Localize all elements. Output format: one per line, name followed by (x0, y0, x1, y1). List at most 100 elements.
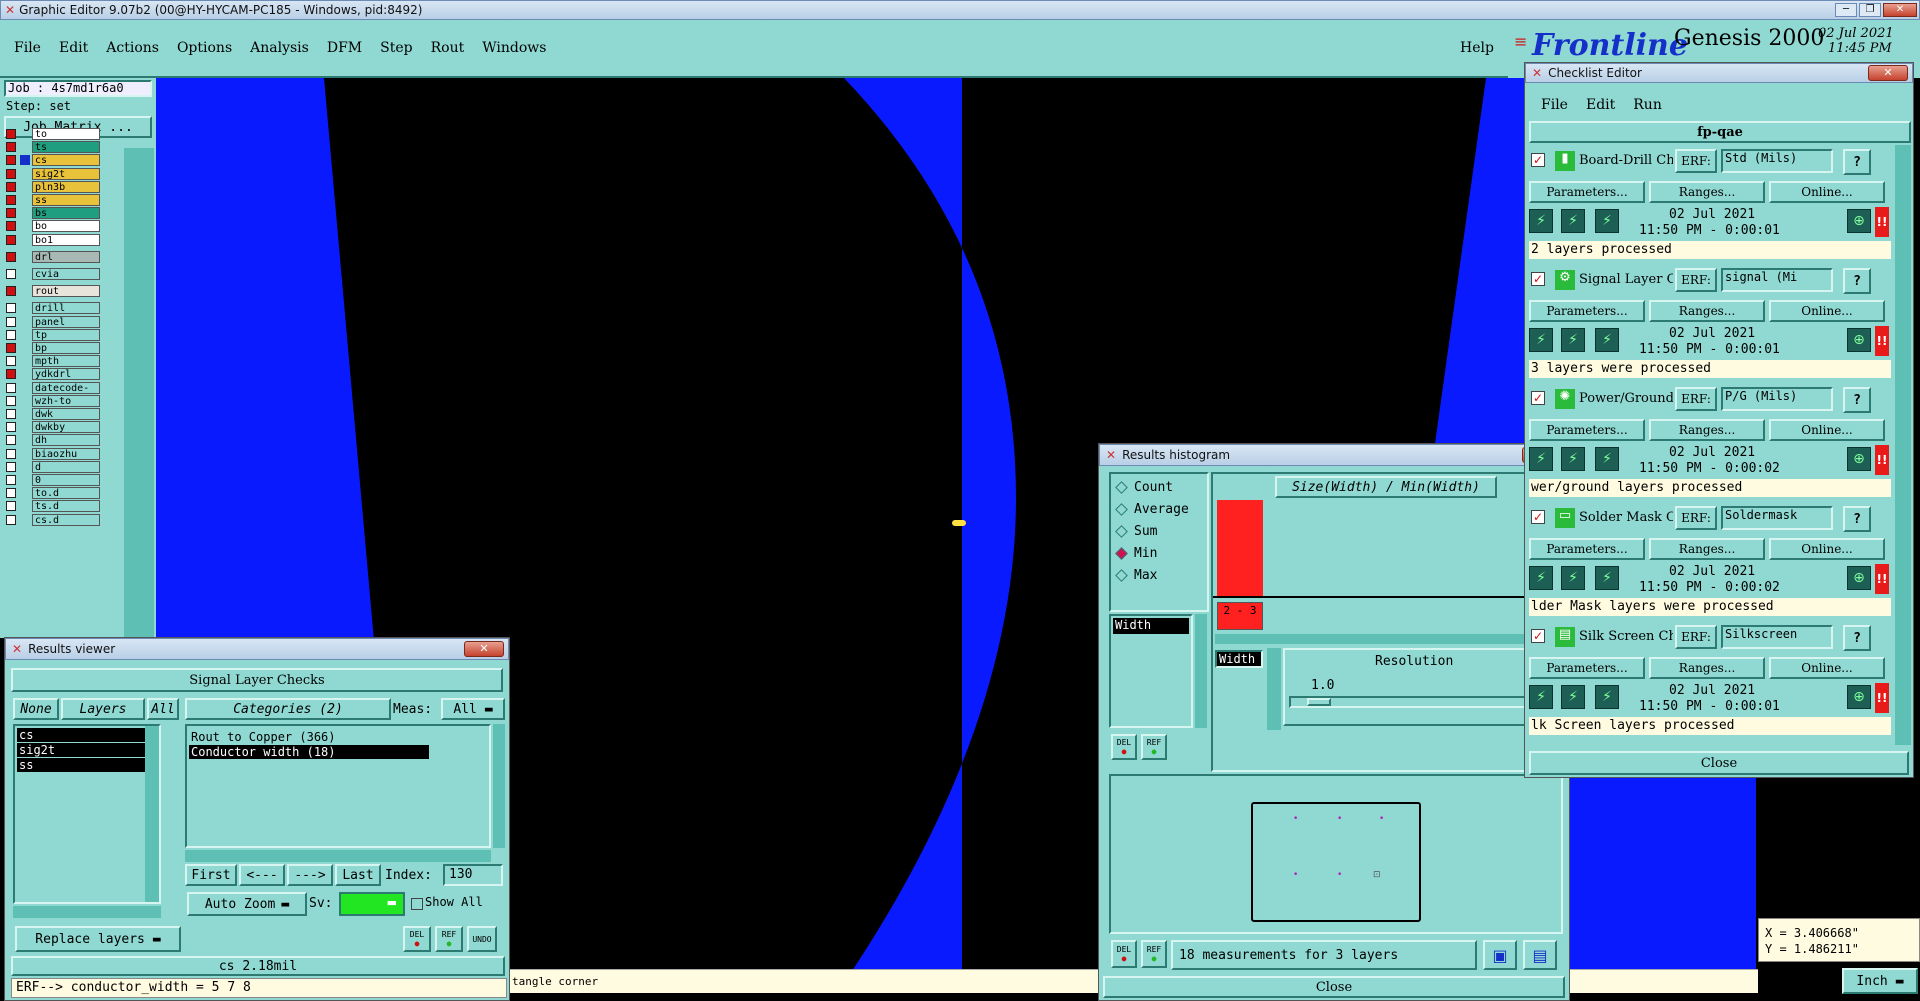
action-checkbox[interactable]: ✓ (1531, 510, 1545, 524)
layer-row[interactable]: 0 (6, 474, 100, 486)
histogram-bar[interactable] (1217, 500, 1263, 596)
layer-row[interactable]: to.d (6, 487, 100, 500)
layer-row[interactable]: ts (6, 141, 100, 154)
layer-name[interactable]: ydkdrl (32, 368, 100, 381)
layer-checkbox[interactable] (6, 422, 16, 433)
layer-row[interactable]: ts.d (6, 500, 100, 513)
layer-name[interactable]: wzh-to (32, 394, 100, 407)
preview-del-button[interactable]: DEL ● (1111, 940, 1137, 968)
close-window-button[interactable]: ✕ (1883, 3, 1917, 17)
layer-checkbox[interactable] (6, 382, 16, 393)
measure-list[interactable]: Width (1109, 614, 1193, 728)
layer-checkbox[interactable] (6, 129, 16, 139)
layer-checkbox[interactable] (6, 395, 16, 406)
menu-actions[interactable]: Actions (106, 40, 159, 56)
menu-file[interactable]: File (14, 40, 41, 56)
layer-name[interactable]: 0 (32, 474, 100, 486)
run-icon[interactable]: ⚡ (1529, 566, 1553, 590)
ranges-button[interactable]: Ranges... (1649, 538, 1765, 560)
option-count[interactable]: Count (1115, 480, 1173, 495)
parameters-button[interactable]: Parameters... (1529, 181, 1645, 203)
layer-name[interactable]: bo1 (32, 233, 100, 246)
highlighted-feature[interactable] (952, 520, 966, 526)
show-all-checkbox[interactable] (411, 898, 423, 910)
layer-row[interactable]: cvia (6, 268, 100, 280)
layer-row[interactable]: cs.d (6, 513, 100, 526)
checklist-menu-edit[interactable]: Edit (1586, 97, 1615, 113)
error-status-icon[interactable]: !! (1875, 683, 1889, 713)
layer-row[interactable]: datecode-pt (6, 381, 100, 406)
layer-name[interactable]: rout (32, 285, 100, 298)
measure-scrollbar[interactable] (1195, 614, 1207, 728)
categories-hscrollbar[interactable] (185, 850, 491, 862)
resolution-measure[interactable]: Width (1215, 650, 1263, 668)
layer-row[interactable]: wzh-to (6, 394, 100, 407)
layer-checkbox[interactable] (6, 343, 16, 353)
layer-checkbox[interactable] (6, 195, 16, 205)
layer-name[interactable]: cs (32, 154, 100, 167)
layer-row[interactable]: ydkdrl (6, 368, 100, 381)
layer-checkbox[interactable] (6, 181, 16, 192)
layer-row[interactable]: biaozhu (6, 447, 100, 460)
checklist-menu-file[interactable]: File (1541, 97, 1568, 113)
ranges-button[interactable]: Ranges... (1649, 657, 1765, 679)
auto-zoom-dropdown[interactable]: Auto Zoom ▬ (187, 892, 307, 916)
layer-checkbox[interactable] (6, 475, 16, 485)
export-icon[interactable]: ▣ (1483, 940, 1517, 970)
all-button[interactable]: All (147, 698, 179, 720)
preview-ref-button[interactable]: REF ● (1141, 940, 1167, 968)
layer-name[interactable]: bp (32, 342, 100, 354)
layer-name[interactable]: ss (32, 194, 100, 206)
action-checkbox[interactable]: ✓ (1531, 629, 1545, 643)
category-item[interactable]: Rout to Copper (366) (189, 730, 429, 744)
run-selected-icon[interactable]: ⚡ (1561, 209, 1585, 233)
layer-row[interactable]: dwkby (6, 421, 100, 434)
layer-name[interactable]: dwkby (32, 421, 100, 434)
online-button[interactable]: Online... (1769, 538, 1885, 560)
layer-checkbox[interactable] (6, 316, 16, 327)
undo-button[interactable]: UNDO (467, 926, 497, 952)
menu-step[interactable]: Step (380, 40, 412, 56)
layer-checkbox[interactable] (6, 356, 16, 367)
option-average[interactable]: Average (1115, 502, 1189, 517)
histogram-del-button[interactable]: DEL ● (1111, 734, 1137, 760)
restore-button[interactable]: ❐ (1859, 3, 1881, 17)
menu-rout[interactable]: Rout (431, 40, 465, 56)
layer-name[interactable]: mpth (32, 355, 100, 368)
layers-list[interactable]: cs sig2t ss (13, 724, 161, 904)
ranges-button[interactable]: Ranges... (1649, 181, 1765, 203)
histogram-close-button[interactable]: Close (1103, 976, 1565, 998)
layer-name[interactable]: panel (32, 315, 100, 328)
categories-list[interactable]: Rout to Copper (366) Conductor width (18) (185, 724, 491, 848)
layer-row[interactable]: dh (6, 434, 100, 447)
online-button[interactable]: Online... (1769, 419, 1885, 441)
layer-name[interactable]: pln3b (32, 180, 100, 193)
layer-name[interactable]: to (32, 128, 100, 140)
layer-name[interactable]: d (32, 460, 100, 473)
checklist-close-button[interactable]: Close (1529, 751, 1909, 775)
layers-hscrollbar[interactable] (13, 906, 161, 918)
first-button[interactable]: First (185, 864, 237, 886)
action-checkbox[interactable]: ✓ (1531, 272, 1545, 286)
run-icon[interactable]: ⚡ (1529, 685, 1553, 709)
ranges-button[interactable]: Ranges... (1649, 419, 1765, 441)
menu-dfm[interactable]: DFM (327, 40, 362, 56)
layer-checkbox[interactable] (6, 221, 16, 232)
layer-name[interactable]: dh (32, 434, 100, 447)
run-selected-icon[interactable]: ⚡ (1561, 447, 1585, 471)
layer-checkbox[interactable] (6, 168, 16, 179)
layer-checkbox[interactable] (6, 234, 16, 245)
layer-checkbox[interactable] (6, 155, 16, 166)
erf-value[interactable]: P/G (Mils) (1721, 387, 1833, 411)
stop-icon[interactable]: ⚡ (1595, 685, 1619, 709)
layer-row[interactable]: sig2t (6, 167, 100, 180)
layers-button[interactable]: Layers (61, 698, 145, 720)
layer-checkbox[interactable] (6, 286, 16, 297)
layer-checkbox[interactable] (6, 269, 16, 279)
histogram-hscrollbar[interactable] (1215, 634, 1557, 644)
layer-list-item[interactable]: ss (17, 758, 145, 772)
run-icon[interactable]: ⚡ (1529, 328, 1553, 352)
layer-row[interactable]: ss (6, 194, 100, 206)
categories-scrollbar[interactable] (493, 724, 505, 848)
layer-name[interactable]: cvia (32, 268, 100, 280)
